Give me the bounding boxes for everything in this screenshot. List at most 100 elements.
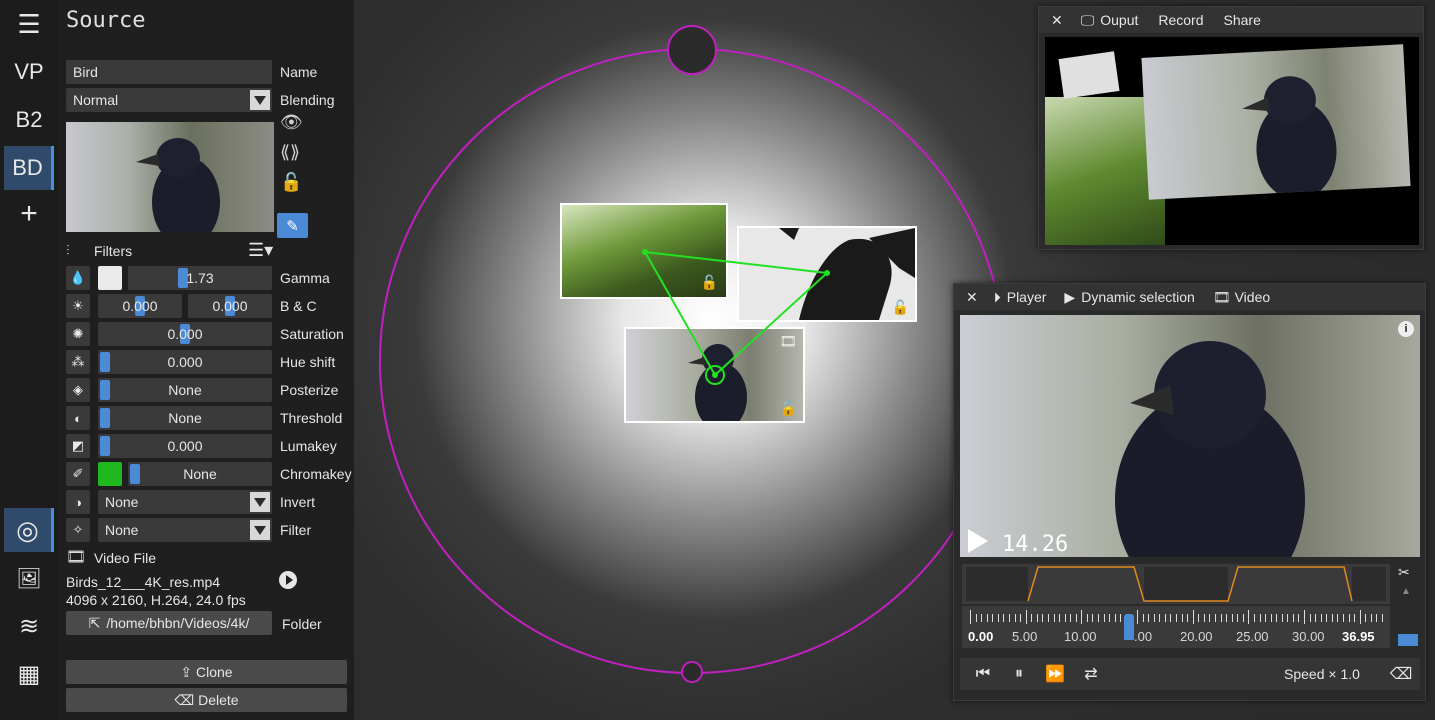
- film-icon: 🎞: [66, 549, 87, 566]
- brightness-slider[interactable]: 0.000: [98, 294, 182, 318]
- session-vp-button[interactable]: VP: [4, 50, 54, 94]
- pause-icon[interactable]: ⏸: [1004, 662, 1034, 686]
- monitor-icon: 🖵: [1080, 11, 1095, 28]
- chromakey-knob[interactable]: [130, 464, 140, 484]
- eye-icon[interactable]: 👁: [280, 112, 303, 133]
- timeline-tick: [997, 614, 999, 622]
- timeline-tick: [1304, 610, 1306, 624]
- timeline-tick: [1270, 614, 1272, 622]
- hue-knob[interactable]: [100, 352, 110, 372]
- timeline-tick: [1348, 614, 1350, 622]
- timeline-tick: [1359, 610, 1361, 624]
- cut-icon[interactable]: ✂: [1398, 564, 1418, 584]
- timeline-tick: [1365, 614, 1367, 622]
- timeline-tick: [1331, 614, 1333, 622]
- reset-speed-icon[interactable]: ⌫: [1386, 662, 1416, 686]
- unlock-icon: 🔓: [779, 400, 797, 416]
- timeline-tick: [1098, 614, 1100, 622]
- posterize-knob[interactable]: [100, 380, 110, 400]
- timeline[interactable]: 0.00 5.00 10.00 .00 20.00 25.00 30.00 36…: [962, 606, 1390, 648]
- player-video[interactable]: i 14.26: [960, 315, 1420, 557]
- timeline-tick: [1120, 614, 1122, 622]
- record-tab[interactable]: Record: [1158, 12, 1203, 28]
- posterize-slider[interactable]: None: [98, 378, 272, 402]
- clone-label: Clone: [196, 664, 233, 680]
- timeline-tick: [981, 614, 983, 622]
- unlock-icon[interactable]: 🔓: [280, 172, 302, 193]
- play-file-icon[interactable]: [279, 571, 297, 589]
- share-tab[interactable]: Share: [1224, 12, 1261, 28]
- top-handle[interactable]: [667, 25, 717, 75]
- source-thumbnail-silhouette[interactable]: 🔓: [737, 226, 917, 322]
- filter-value: None: [105, 522, 139, 538]
- clone-button[interactable]: ⇪ Clone: [66, 660, 347, 684]
- source-thumbnail-bird[interactable]: 🎞 🔓: [624, 327, 805, 423]
- zoom-bar[interactable]: [1398, 634, 1418, 646]
- output-tab[interactable]: Ouput: [1100, 12, 1138, 28]
- output-layer-bird: [1141, 44, 1411, 200]
- blending-dropdown[interactable]: Normal: [66, 88, 272, 112]
- play-overlay-icon[interactable]: [968, 529, 988, 553]
- chevron-down-icon: [250, 492, 270, 512]
- playhead[interactable]: [1124, 614, 1134, 640]
- player-tab[interactable]: Player: [1007, 289, 1047, 305]
- chromakey-slider[interactable]: None: [128, 462, 272, 486]
- name-field[interactable]: Bird: [66, 60, 272, 84]
- close-icon[interactable]: ✕: [1051, 12, 1063, 29]
- threshold-icon: ◐: [66, 406, 90, 430]
- images-icon[interactable]: 🖼: [4, 556, 54, 600]
- dynamic-selection-tab[interactable]: Dynamic selection: [1081, 289, 1195, 305]
- magic-wand-icon[interactable]: ✎: [277, 213, 308, 238]
- checkerboard-icon[interactable]: ▦: [4, 652, 54, 696]
- chromakey-color-swatch[interactable]: [98, 462, 122, 486]
- blending-value: Normal: [73, 92, 119, 108]
- layers-icon[interactable]: ≋: [4, 604, 54, 648]
- lumakey-slider[interactable]: 0.000: [98, 434, 272, 458]
- lumakey-knob[interactable]: [100, 436, 110, 456]
- chevron-down-icon: [250, 90, 270, 110]
- timeline-tick: [1081, 610, 1083, 624]
- loop-icon[interactable]: ⇄: [1076, 662, 1106, 686]
- target-icon[interactable]: ◎: [4, 508, 54, 552]
- session-bd-button[interactable]: BD: [4, 146, 54, 190]
- lumakey-icon: ◩: [66, 434, 90, 458]
- fast-forward-icon[interactable]: ⏩: [1040, 662, 1070, 686]
- segments-track[interactable]: [962, 564, 1390, 604]
- timeline-tick: [1031, 614, 1033, 622]
- skip-back-icon[interactable]: ⏮: [968, 662, 998, 686]
- timeline-tick: [1025, 610, 1027, 624]
- session-b2-button[interactable]: B2: [4, 98, 54, 142]
- bottom-handle[interactable]: [681, 661, 703, 683]
- arrow-up-icon[interactable]: ▲: [1401, 586, 1411, 597]
- invert-dropdown[interactable]: None: [98, 490, 272, 514]
- timeline-label-start: 0.00: [968, 629, 994, 644]
- timeline-tick: [1164, 614, 1166, 622]
- timeline-tick: [1214, 614, 1216, 622]
- output-window: ✕ 🖵 Ouput Record Share: [1038, 6, 1424, 250]
- link-icon[interactable]: ⟪⟫: [280, 142, 300, 163]
- output-layer-mask: [1058, 51, 1120, 99]
- delete-button[interactable]: ⌫ Delete: [66, 688, 347, 712]
- menu-icon[interactable]: ☰: [4, 2, 54, 46]
- threshold-value: None: [168, 410, 202, 426]
- unlock-icon: 🔓: [700, 274, 718, 290]
- contrast-slider[interactable]: 0.000: [188, 294, 272, 318]
- filters-menu-icon[interactable]: ☰▾: [248, 238, 273, 262]
- threshold-slider[interactable]: None: [98, 406, 272, 430]
- close-icon[interactable]: ✕: [966, 289, 978, 306]
- threshold-knob[interactable]: [100, 408, 110, 428]
- source-thumbnail-trees[interactable]: 🔓: [560, 203, 728, 299]
- hue-slider[interactable]: 0.000: [98, 350, 272, 374]
- gamma-slider[interactable]: 1.73: [128, 266, 272, 290]
- timeline-tick: [1248, 610, 1250, 624]
- filter-dropdown[interactable]: None: [98, 518, 272, 542]
- info-icon[interactable]: i: [1398, 321, 1414, 337]
- timeline-tick: [1315, 614, 1317, 622]
- speed-label[interactable]: Speed × 1.0: [1284, 666, 1360, 682]
- video-tab[interactable]: Video: [1235, 289, 1271, 305]
- gamma-color-swatch[interactable]: [98, 266, 122, 290]
- saturation-slider[interactable]: 0.000: [98, 322, 272, 346]
- timeline-tick: [1370, 614, 1372, 622]
- open-folder-button[interactable]: ⇱ /home/bhbn/Videos/4k/: [66, 611, 272, 635]
- add-source-icon[interactable]: +: [4, 192, 54, 236]
